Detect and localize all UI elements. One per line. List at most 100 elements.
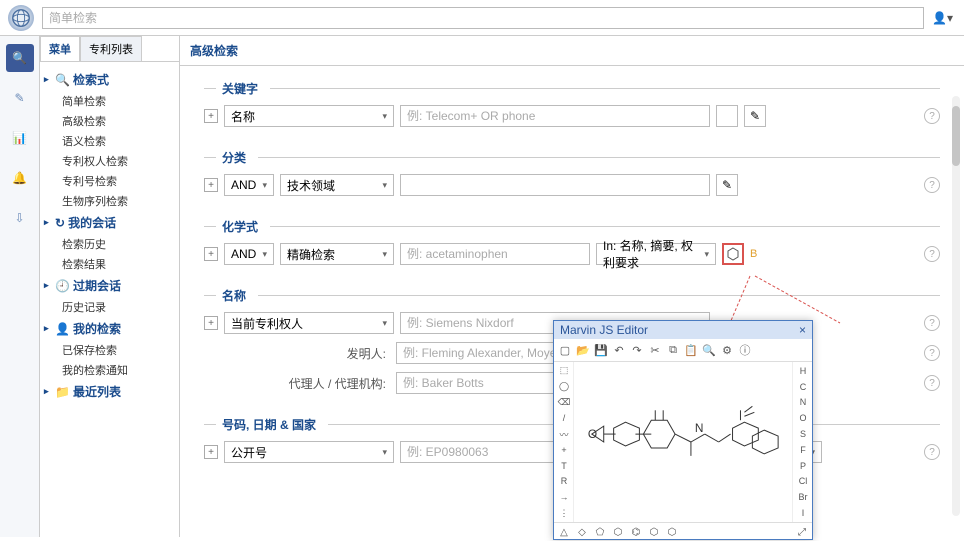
checkbox[interactable] — [716, 105, 738, 127]
add-row-icon[interactable]: + — [204, 109, 218, 123]
editor-rings: △◇ ⬠⬡ ⌬⬡ ⬡ ⤢ — [554, 522, 812, 541]
add-row-icon[interactable]: + — [204, 316, 218, 330]
tree-item[interactable]: 简单检索 — [44, 91, 175, 111]
tree-item[interactable]: 高级检索 — [44, 111, 175, 131]
field-select[interactable]: 公开号 — [224, 441, 394, 463]
settings-icon[interactable]: ⚙ — [719, 342, 735, 358]
erase-icon[interactable]: ⌫ — [556, 396, 572, 410]
info-icon[interactable]: ⓘ — [737, 342, 753, 358]
wand-icon[interactable]: ✎ — [716, 174, 738, 196]
elem-p[interactable]: P — [795, 459, 811, 473]
elem-cl[interactable]: Cl — [795, 475, 811, 489]
tree-item[interactable]: 我的检索通知 — [44, 360, 175, 380]
main-tab-advanced[interactable]: 高级检索 — [180, 36, 964, 66]
rgroup-icon[interactable]: R — [556, 475, 572, 489]
add-row-icon[interactable]: + — [204, 178, 218, 192]
tree-group-recent[interactable]: 📁最近列表 — [44, 380, 175, 403]
field-select[interactable]: 当前专利权人 — [224, 312, 394, 334]
user-menu-icon[interactable]: 👤▾ — [932, 6, 956, 30]
wand-icon[interactable]: ✎ — [744, 105, 766, 127]
copy-icon[interactable]: ⧉ — [665, 342, 681, 358]
section-chem[interactable]: 化学式 — [204, 214, 940, 239]
elem-i[interactable]: I — [795, 506, 811, 520]
add-row-icon[interactable]: + — [204, 445, 218, 459]
agent-label: 代理人 / 代理机构: — [204, 375, 390, 392]
field-select[interactable]: 精确检索 — [280, 243, 394, 265]
section-keyword[interactable]: 关键字 — [204, 76, 940, 101]
chain-icon[interactable]: 〰 — [556, 427, 572, 441]
open-icon[interactable]: 📂 — [575, 342, 591, 358]
top-search-input[interactable] — [42, 7, 924, 29]
add-row-icon[interactable]: + — [204, 247, 218, 261]
arrow-icon[interactable]: → — [556, 490, 572, 504]
inventor-label: 发明人: — [204, 345, 390, 362]
tree-item[interactable]: 生物序列检索 — [44, 191, 175, 211]
marvin-editor-dialog[interactable]: Marvin JS Editor× ▢📂💾 ↶↷ ✂⧉📋 🔍⚙ⓘ ⬚ ◯ ⌫/ 〰… — [553, 320, 813, 540]
chem-input[interactable] — [400, 243, 590, 265]
editor-elements: H C N O S F P Cl Br I — [792, 362, 812, 522]
help-icon[interactable]: ? — [924, 246, 940, 262]
help-icon[interactable]: ? — [924, 108, 940, 124]
tree-group-my[interactable]: 👤我的检索 — [44, 317, 175, 340]
help-icon[interactable]: ? — [924, 177, 940, 193]
tree-item[interactable]: 检索历史 — [44, 234, 175, 254]
nav-analytics-icon[interactable]: 📊 — [6, 124, 34, 152]
new-icon[interactable]: ▢ — [557, 342, 573, 358]
editor-canvas[interactable]: O N — [574, 362, 792, 522]
cut-icon[interactable]: ✂ — [647, 342, 663, 358]
nav-edit-icon[interactable]: ✎ — [6, 84, 34, 112]
tree-item[interactable]: 已保存检索 — [44, 340, 175, 360]
lasso-icon[interactable]: ◯ — [556, 380, 572, 394]
class-input[interactable] — [400, 174, 710, 196]
nav-search-icon[interactable]: 🔍 — [6, 44, 34, 72]
text-icon[interactable]: T — [556, 459, 572, 473]
help-icon[interactable]: ? — [924, 345, 940, 361]
tree-item[interactable]: 语义检索 — [44, 131, 175, 151]
bond-icon[interactable]: / — [556, 411, 572, 425]
elem-s[interactable]: S — [795, 427, 811, 441]
tree-group-expired[interactable]: 🕘过期会话 — [44, 274, 175, 297]
section-name[interactable]: 名称 — [204, 283, 940, 308]
paste-icon[interactable]: 📋 — [683, 342, 699, 358]
scrollbar[interactable] — [952, 96, 960, 516]
elem-o[interactable]: O — [795, 411, 811, 425]
structure-editor-button[interactable] — [722, 243, 744, 265]
save-icon[interactable]: 💾 — [593, 342, 609, 358]
elem-h[interactable]: H — [795, 364, 811, 378]
more-icon[interactable]: ⋮ — [556, 506, 572, 520]
charge-icon[interactable]: + — [556, 443, 572, 457]
section-class[interactable]: 分类 — [204, 145, 940, 170]
tree-tab-patents[interactable]: 专利列表 — [80, 36, 142, 61]
help-icon[interactable]: ? — [924, 315, 940, 331]
elem-n[interactable]: N — [795, 396, 811, 410]
tree-item[interactable]: 检索结果 — [44, 254, 175, 274]
tree-group-search[interactable]: 🔍检索式 — [44, 68, 175, 91]
tree-item[interactable]: 专利权人检索 — [44, 151, 175, 171]
editor-titlebar[interactable]: Marvin JS Editor× — [554, 321, 812, 339]
in-select[interactable]: In: 名称, 摘要, 权利要求 — [596, 243, 716, 265]
badge: B — [750, 248, 757, 260]
field-select[interactable]: 名称 — [224, 105, 394, 127]
operator-select[interactable]: AND — [224, 174, 274, 196]
redo-icon[interactable]: ↷ — [629, 342, 645, 358]
nav-alert-icon[interactable]: 🔔 — [6, 164, 34, 192]
tree-tab-menu[interactable]: 菜单 — [40, 36, 80, 61]
operator-select[interactable]: AND — [224, 243, 274, 265]
nav-export-icon[interactable]: ⇩ — [6, 204, 34, 232]
zoom-icon[interactable]: 🔍 — [701, 342, 717, 358]
scrollbar-thumb[interactable] — [952, 106, 960, 166]
help-icon[interactable]: ? — [924, 444, 940, 460]
tree-item[interactable]: 历史记录 — [44, 297, 175, 317]
help-icon[interactable]: ? — [924, 375, 940, 391]
app-logo — [8, 5, 34, 31]
field-select[interactable]: 技术领域 — [280, 174, 394, 196]
elem-br[interactable]: Br — [795, 490, 811, 504]
undo-icon[interactable]: ↶ — [611, 342, 627, 358]
close-icon[interactable]: × — [799, 323, 806, 337]
tree-item[interactable]: 专利号检索 — [44, 171, 175, 191]
tree-group-session[interactable]: ↻我的会话 — [44, 211, 175, 234]
elem-f[interactable]: F — [795, 443, 811, 457]
keyword-input[interactable] — [400, 105, 710, 127]
elem-c[interactable]: C — [795, 380, 811, 394]
select-icon[interactable]: ⬚ — [556, 364, 572, 378]
